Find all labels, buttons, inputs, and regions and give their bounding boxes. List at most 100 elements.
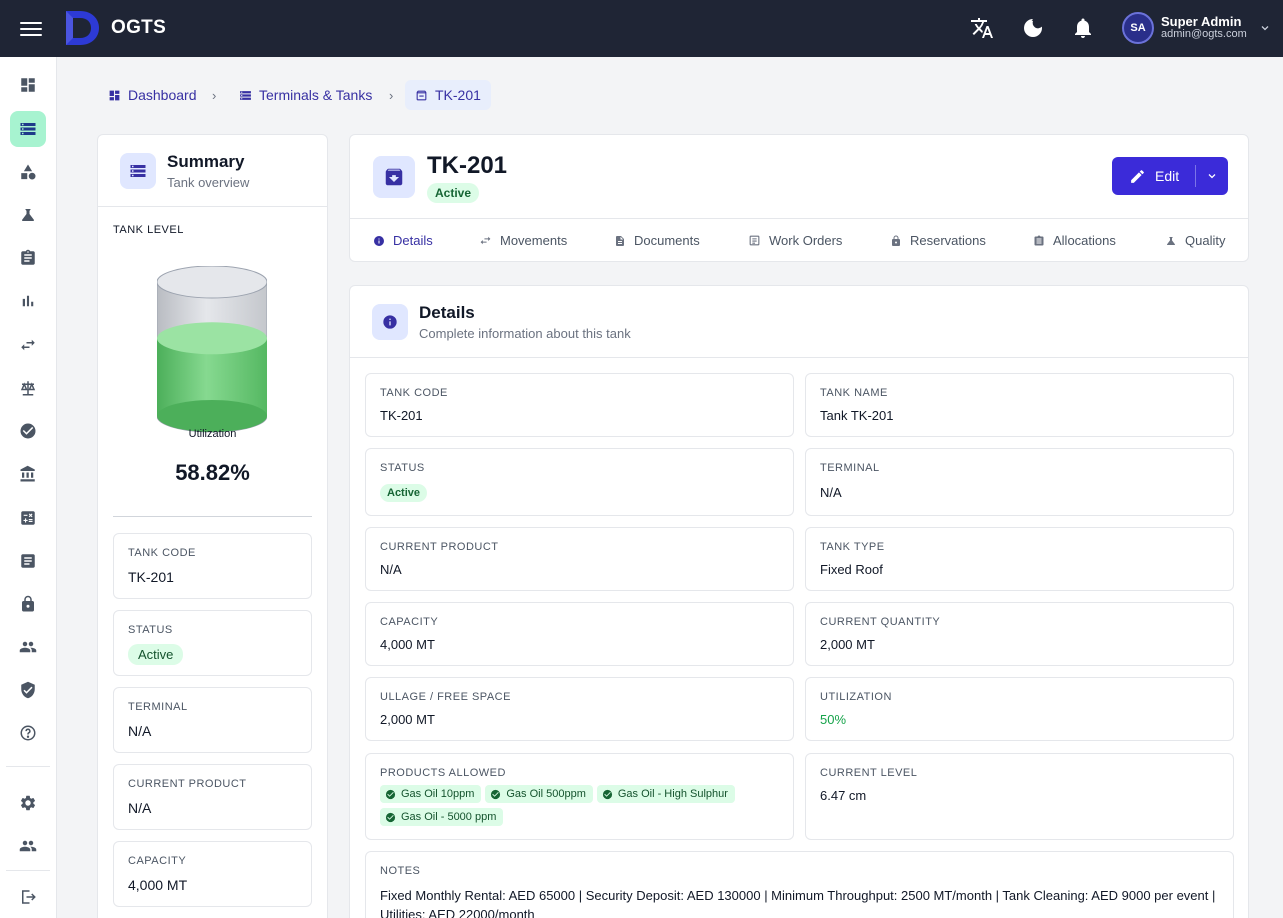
details-subtitle: Complete information about this tank bbox=[419, 326, 631, 341]
field-label: CAPACITY bbox=[128, 855, 187, 867]
sidebar-item-terminals[interactable] bbox=[10, 111, 46, 147]
translate-icon[interactable] bbox=[970, 16, 994, 40]
logout-icon bbox=[22, 890, 36, 904]
field-value: N/A bbox=[380, 562, 402, 577]
lock-icon bbox=[892, 235, 900, 246]
menu-icon[interactable] bbox=[20, 18, 42, 38]
tab-documents[interactable]: Documents bbox=[614, 219, 700, 262]
summary-panel: Summary Tank overview TANK LEVEL Utiliza… bbox=[97, 134, 328, 918]
document-icon bbox=[21, 554, 35, 568]
sidebar-item-security[interactable] bbox=[10, 586, 46, 622]
chip-label: Gas Oil 500ppm bbox=[506, 788, 586, 800]
tab-label: Movements bbox=[500, 233, 568, 248]
details-card: Details Complete information about this … bbox=[349, 285, 1249, 918]
sidebar-item-users[interactable] bbox=[10, 629, 46, 665]
sidebar-item-dashboard[interactable] bbox=[10, 67, 46, 103]
field-status: STATUS Active bbox=[365, 448, 794, 516]
swap-icon bbox=[21, 339, 35, 351]
tab-bar: Details Movements Documents Work Orders … bbox=[350, 218, 1248, 261]
sidebar-item-balance[interactable] bbox=[10, 370, 46, 406]
tab-quality[interactable]: Quality bbox=[1165, 219, 1225, 262]
sidebar-item-products[interactable] bbox=[10, 154, 46, 190]
storage-icon bbox=[240, 90, 251, 100]
sidebar-item-orders[interactable] bbox=[10, 240, 46, 276]
sidebar-item-team[interactable] bbox=[10, 828, 46, 864]
flask-icon bbox=[1167, 236, 1175, 245]
archive-icon bbox=[373, 156, 415, 198]
tab-label: Allocations bbox=[1053, 233, 1116, 248]
sidebar-item-movements[interactable] bbox=[10, 327, 46, 363]
tab-reservations[interactable]: Reservations bbox=[890, 219, 986, 262]
sidebar-item-calculator[interactable] bbox=[10, 500, 46, 536]
sidebar bbox=[0, 57, 57, 918]
edit-dropdown-button[interactable] bbox=[1196, 157, 1228, 195]
bell-icon[interactable] bbox=[1071, 16, 1095, 40]
sidebar-item-reports[interactable] bbox=[10, 283, 46, 319]
utilization-label: Utilization bbox=[188, 428, 237, 440]
field-value: 2,000 MT bbox=[820, 637, 875, 652]
field-tank-code: TANK CODE TK-201 bbox=[365, 373, 794, 437]
user-email: admin@ogts.com bbox=[1161, 28, 1247, 40]
sidebar-item-help[interactable] bbox=[10, 715, 46, 751]
user-menu[interactable]: SA Super Admin admin@ogts.com bbox=[1122, 12, 1271, 44]
tank-level-gauge bbox=[157, 266, 267, 433]
field-label: CURRENT LEVEL bbox=[820, 767, 918, 779]
storage-icon bbox=[120, 153, 156, 189]
field-notes: NOTES Fixed Monthly Rental: AED 65000 | … bbox=[365, 851, 1234, 918]
group-icon bbox=[19, 840, 37, 852]
field-value: N/A bbox=[128, 723, 152, 739]
product-chip: Gas Oil - High Sulphur bbox=[596, 785, 735, 803]
summary-subtitle: Tank overview bbox=[167, 175, 250, 190]
sidebar-item-logout[interactable] bbox=[10, 879, 46, 915]
sidebar-item-documents[interactable] bbox=[10, 543, 46, 579]
breadcrumb-label: Dashboard bbox=[128, 87, 197, 103]
utilization-value: 58.82% bbox=[175, 460, 250, 485]
check-circle-icon bbox=[602, 789, 612, 799]
field-products-allowed: PRODUCTS ALLOWED Gas Oil 10ppm Gas Oil 50… bbox=[365, 753, 794, 840]
edit-button-group: Edit bbox=[1112, 157, 1228, 195]
field-utilization: UTILIZATION 50% bbox=[805, 677, 1234, 741]
breadcrumb-dashboard[interactable]: Dashboard bbox=[108, 80, 197, 110]
edit-button[interactable]: Edit bbox=[1112, 157, 1195, 195]
tab-work-orders[interactable]: Work Orders bbox=[748, 219, 842, 262]
chip-label: Gas Oil 10ppm bbox=[401, 788, 475, 800]
scale-icon bbox=[20, 381, 36, 396]
sidebar-item-approvals[interactable] bbox=[10, 413, 46, 449]
tank-level-label: TANK LEVEL bbox=[113, 224, 184, 236]
tab-label: Work Orders bbox=[769, 233, 843, 248]
category-icon bbox=[21, 164, 36, 180]
help-icon bbox=[20, 725, 36, 741]
status-badge: Active bbox=[380, 484, 428, 502]
dark-mode-icon[interactable] bbox=[1021, 16, 1045, 40]
sidebar-item-lab[interactable] bbox=[10, 197, 46, 233]
tab-details[interactable]: Details bbox=[373, 219, 433, 262]
tank-header-card: TK-201 Active Edit Details Movements Doc… bbox=[349, 134, 1249, 262]
summary-card-status: STATUS Active bbox=[113, 610, 312, 676]
field-value: Tank TK-201 bbox=[820, 408, 894, 423]
field-value: TK-201 bbox=[128, 569, 174, 585]
people-icon bbox=[19, 641, 37, 653]
pencil-icon bbox=[1131, 169, 1144, 183]
field-value: 6.47 cm bbox=[820, 788, 867, 803]
summary-header: Summary Tank overview bbox=[98, 135, 327, 207]
field-value: N/A bbox=[820, 485, 842, 500]
bar-chart-icon bbox=[22, 295, 34, 307]
field-label: STATUS bbox=[380, 462, 425, 474]
breadcrumb-terminals[interactable]: Terminals & Tanks bbox=[239, 80, 372, 110]
tab-label: Reservations bbox=[910, 233, 986, 248]
status-badge: Active bbox=[427, 183, 480, 203]
field-tank-name: TANK NAME Tank TK-201 bbox=[805, 373, 1234, 437]
check-circle-icon bbox=[491, 789, 501, 799]
sidebar-item-settings[interactable] bbox=[10, 785, 46, 821]
sidebar-item-compliance[interactable] bbox=[10, 672, 46, 708]
summary-card-tank-code: TANK CODE TK-201 bbox=[113, 533, 312, 599]
check-circle-icon bbox=[20, 423, 36, 439]
field-label: TERMINAL bbox=[820, 462, 880, 474]
chevron-down-icon bbox=[1261, 26, 1269, 31]
field-current-product: CURRENT PRODUCT N/A bbox=[365, 527, 794, 591]
sidebar-item-bank[interactable] bbox=[10, 456, 46, 492]
field-value: N/A bbox=[128, 800, 152, 816]
tab-allocations[interactable]: Allocations bbox=[1033, 219, 1116, 262]
field-label: UTILIZATION bbox=[820, 691, 892, 703]
tab-movements[interactable]: Movements bbox=[479, 219, 567, 262]
